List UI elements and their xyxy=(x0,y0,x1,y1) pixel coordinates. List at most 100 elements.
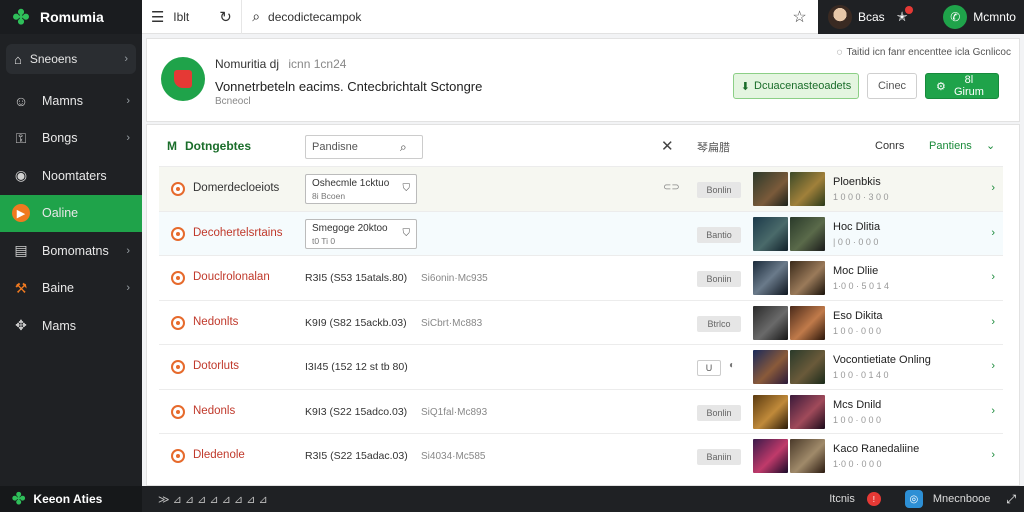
item-chip[interactable]: Oshecmle 1cktuo 8i Bcoen ⛉ xyxy=(305,174,417,204)
thumbnail-strip[interactable] xyxy=(753,350,825,384)
sidebar-item-bomomatns[interactable]: ▤ Bomomatns › xyxy=(0,232,142,270)
search-icon: ⌕ xyxy=(252,8,261,24)
chip-line-1: Oshecmle 1cktuo xyxy=(312,178,390,189)
item-name[interactable]: Decohertelsrtains xyxy=(193,227,282,239)
refresh-icon[interactable]: ↻ xyxy=(210,0,241,34)
thumbnail xyxy=(753,394,788,429)
chevron-right-icon[interactable]: › xyxy=(991,182,995,194)
sidebar-item-label: Mamns xyxy=(42,93,83,108)
page-meta: Bcneocl xyxy=(215,96,251,107)
grid-label[interactable]: 琴扁腊 xyxy=(697,139,730,155)
status-badge[interactable]: U xyxy=(697,360,721,376)
chevron-right-icon[interactable]: › xyxy=(991,405,995,417)
chevron-right-icon[interactable]: › xyxy=(991,449,995,461)
page-subtitle: Vonnetrbeteln eacims. Cntecbrichtalt Sct… xyxy=(215,79,483,94)
item-name[interactable]: Nedonls xyxy=(193,405,235,417)
thumbnail-strip[interactable] xyxy=(753,394,825,429)
thumbnail xyxy=(753,216,788,251)
expand-icon[interactable]: ⤢ xyxy=(1006,492,1016,507)
chevron-right-icon[interactable]: › xyxy=(991,227,995,239)
item-subtitle: 1·0 0 · 5 0 1 4 xyxy=(833,281,890,291)
sidebar-item-baine[interactable]: ⚒ Baine › xyxy=(0,270,142,308)
topbar: ☰ Iblt ↻ ⌕ ☆ Bcas ✭ ✆ Mcmnto xyxy=(142,0,1024,34)
sidebar-nav: ☺ Mamns › ⚿ Bongs › ◉ Noomtaters ▶ Oalin… xyxy=(0,82,142,345)
download-button[interactable]: ⬇ Dcuacenasteoadets xyxy=(733,73,859,99)
list-item[interactable]: Dledenole R3I5 (S22 15adac.03) Si4034·Mc… xyxy=(159,433,1003,478)
filter-input[interactable] xyxy=(312,141,400,153)
item-name[interactable]: Dledenole xyxy=(193,449,245,461)
page-title-code: icnn 1cn24 xyxy=(288,57,347,71)
shield-icon: ⛉ xyxy=(402,183,411,194)
app-logo[interactable]: ✤ Romumia xyxy=(0,0,142,34)
thumbnail-strip[interactable] xyxy=(753,172,825,206)
search-icon[interactable]: ⌕ xyxy=(400,140,407,155)
thumbnail-strip[interactable] xyxy=(753,216,825,251)
sort-button[interactable]: Conrs xyxy=(875,140,904,152)
footer-app-name: Keeon Aties xyxy=(33,492,103,506)
thumbnail xyxy=(753,305,788,340)
user-menu[interactable]: Bcas ✭ xyxy=(817,0,936,34)
youtube-icon: ▶ xyxy=(12,204,30,223)
chevron-right-icon[interactable]: › xyxy=(991,316,995,328)
sidebar-search[interactable]: ⌂ Sneoens › xyxy=(6,44,136,74)
star-icon[interactable]: ☆ xyxy=(781,7,818,27)
thumbnail xyxy=(790,216,825,251)
chat-icon[interactable]: ◎ xyxy=(904,490,923,508)
edit-button[interactable]: Iblt xyxy=(173,10,210,24)
sidebar-item-oaline[interactable]: ▶ Oaline xyxy=(0,194,142,232)
chevron-right-icon[interactable]: › xyxy=(991,271,995,283)
chevron-right-icon: › xyxy=(126,282,130,295)
status-badge[interactable]: Bonlin xyxy=(697,182,741,198)
comment-icon[interactable]: ⊂⊃ xyxy=(663,182,680,193)
list-item[interactable]: Dotorluts I3I45 (152 12 st tb 80) U ◐ Vo… xyxy=(159,344,1003,389)
options-dropdown[interactable]: Pantiens xyxy=(929,140,972,152)
status-badge[interactable]: Boniin xyxy=(697,271,741,287)
lock-icon: ⚿ xyxy=(15,129,27,146)
status-dot-icon xyxy=(171,271,185,285)
pickaxe-icon: ⚒ xyxy=(14,279,28,296)
sidebar-item-bongs[interactable]: ⚿ Bongs › xyxy=(0,120,142,158)
cancel-button[interactable]: Cinec xyxy=(867,73,917,99)
item-value: K9I3 (S22 15adco.03) xyxy=(305,405,408,418)
close-icon[interactable]: ✕ xyxy=(661,137,674,155)
chevron-right-icon: › xyxy=(126,244,130,257)
sidebar-item-label: Bomomatns xyxy=(42,243,109,258)
sidebar-item-mams[interactable]: ✥ Mams xyxy=(0,307,142,345)
sidebar-footer[interactable]: ✤ Keeon Aties xyxy=(0,486,142,512)
alert-icon[interactable]: ! xyxy=(866,492,881,506)
item-name[interactable]: Domerdecloeiots xyxy=(193,182,279,194)
sidebar-item-noomtaters[interactable]: ◉ Noomtaters xyxy=(0,157,142,195)
notifications-icon[interactable]: ✭ xyxy=(897,5,913,25)
status-badge[interactable]: Bantio xyxy=(697,226,741,243)
leaf-logo-icon: ✤ xyxy=(12,491,26,508)
item-chip[interactable]: Smegoge 20ktoo t0 Ti 0 ⛉ xyxy=(305,218,417,249)
sidebar-item-mamns[interactable]: ☺ Mamns › xyxy=(0,82,142,120)
app-name: Romumia xyxy=(40,9,104,25)
chevron-down-icon[interactable]: ⌄ xyxy=(986,139,995,152)
menu-icon[interactable]: ☰ xyxy=(142,0,173,34)
status-badge[interactable]: Bonlin xyxy=(697,404,741,421)
item-name[interactable]: Douclrolonalan xyxy=(193,271,270,283)
item-name[interactable]: Nedonlts xyxy=(193,316,238,328)
thumbnail-strip[interactable] xyxy=(753,305,825,340)
status-badge[interactable]: Btrlco xyxy=(697,315,741,332)
page-title-text: Nomuritia dj xyxy=(215,57,280,71)
status-badge[interactable]: Baniin xyxy=(697,449,741,465)
list-item[interactable]: Nedonlts K9I9 (S82 15ackb.03) SiCbrt·Mc8… xyxy=(159,299,1003,345)
item-title: Hoc Dlitia xyxy=(833,220,881,233)
account-menu[interactable]: ✆ Mcmnto xyxy=(935,0,1024,34)
thumbnail-strip[interactable] xyxy=(753,261,825,295)
chevron-right-icon[interactable]: › xyxy=(991,360,995,372)
sidebar-search-label: Sneoens xyxy=(29,52,78,66)
thumbnail-strip[interactable] xyxy=(753,439,825,473)
list-item[interactable]: Decohertelsrtains Smegoge 20ktoo t0 Ti 0… xyxy=(159,210,1003,255)
item-subtitle: 1·0 0 · 0 0 0 xyxy=(833,459,882,469)
item-name[interactable]: Dotorluts xyxy=(193,360,239,372)
search-input[interactable] xyxy=(268,9,729,24)
list-item[interactable]: Nedonls K9I3 (S22 15adco.03) SiQ1fal·Mc8… xyxy=(159,388,1003,434)
list-item[interactable]: Domerdecloeiots Oshecmle 1cktuo 8i Bcoen… xyxy=(159,166,1003,211)
primary-button[interactable]: ⚙ 8l Girum xyxy=(925,73,999,99)
panel-title-icon: M xyxy=(167,139,177,153)
list-item[interactable]: Douclrolonalan R3I5 (S53 15atals.80) Si6… xyxy=(159,255,1003,300)
thumbnail xyxy=(790,350,825,384)
